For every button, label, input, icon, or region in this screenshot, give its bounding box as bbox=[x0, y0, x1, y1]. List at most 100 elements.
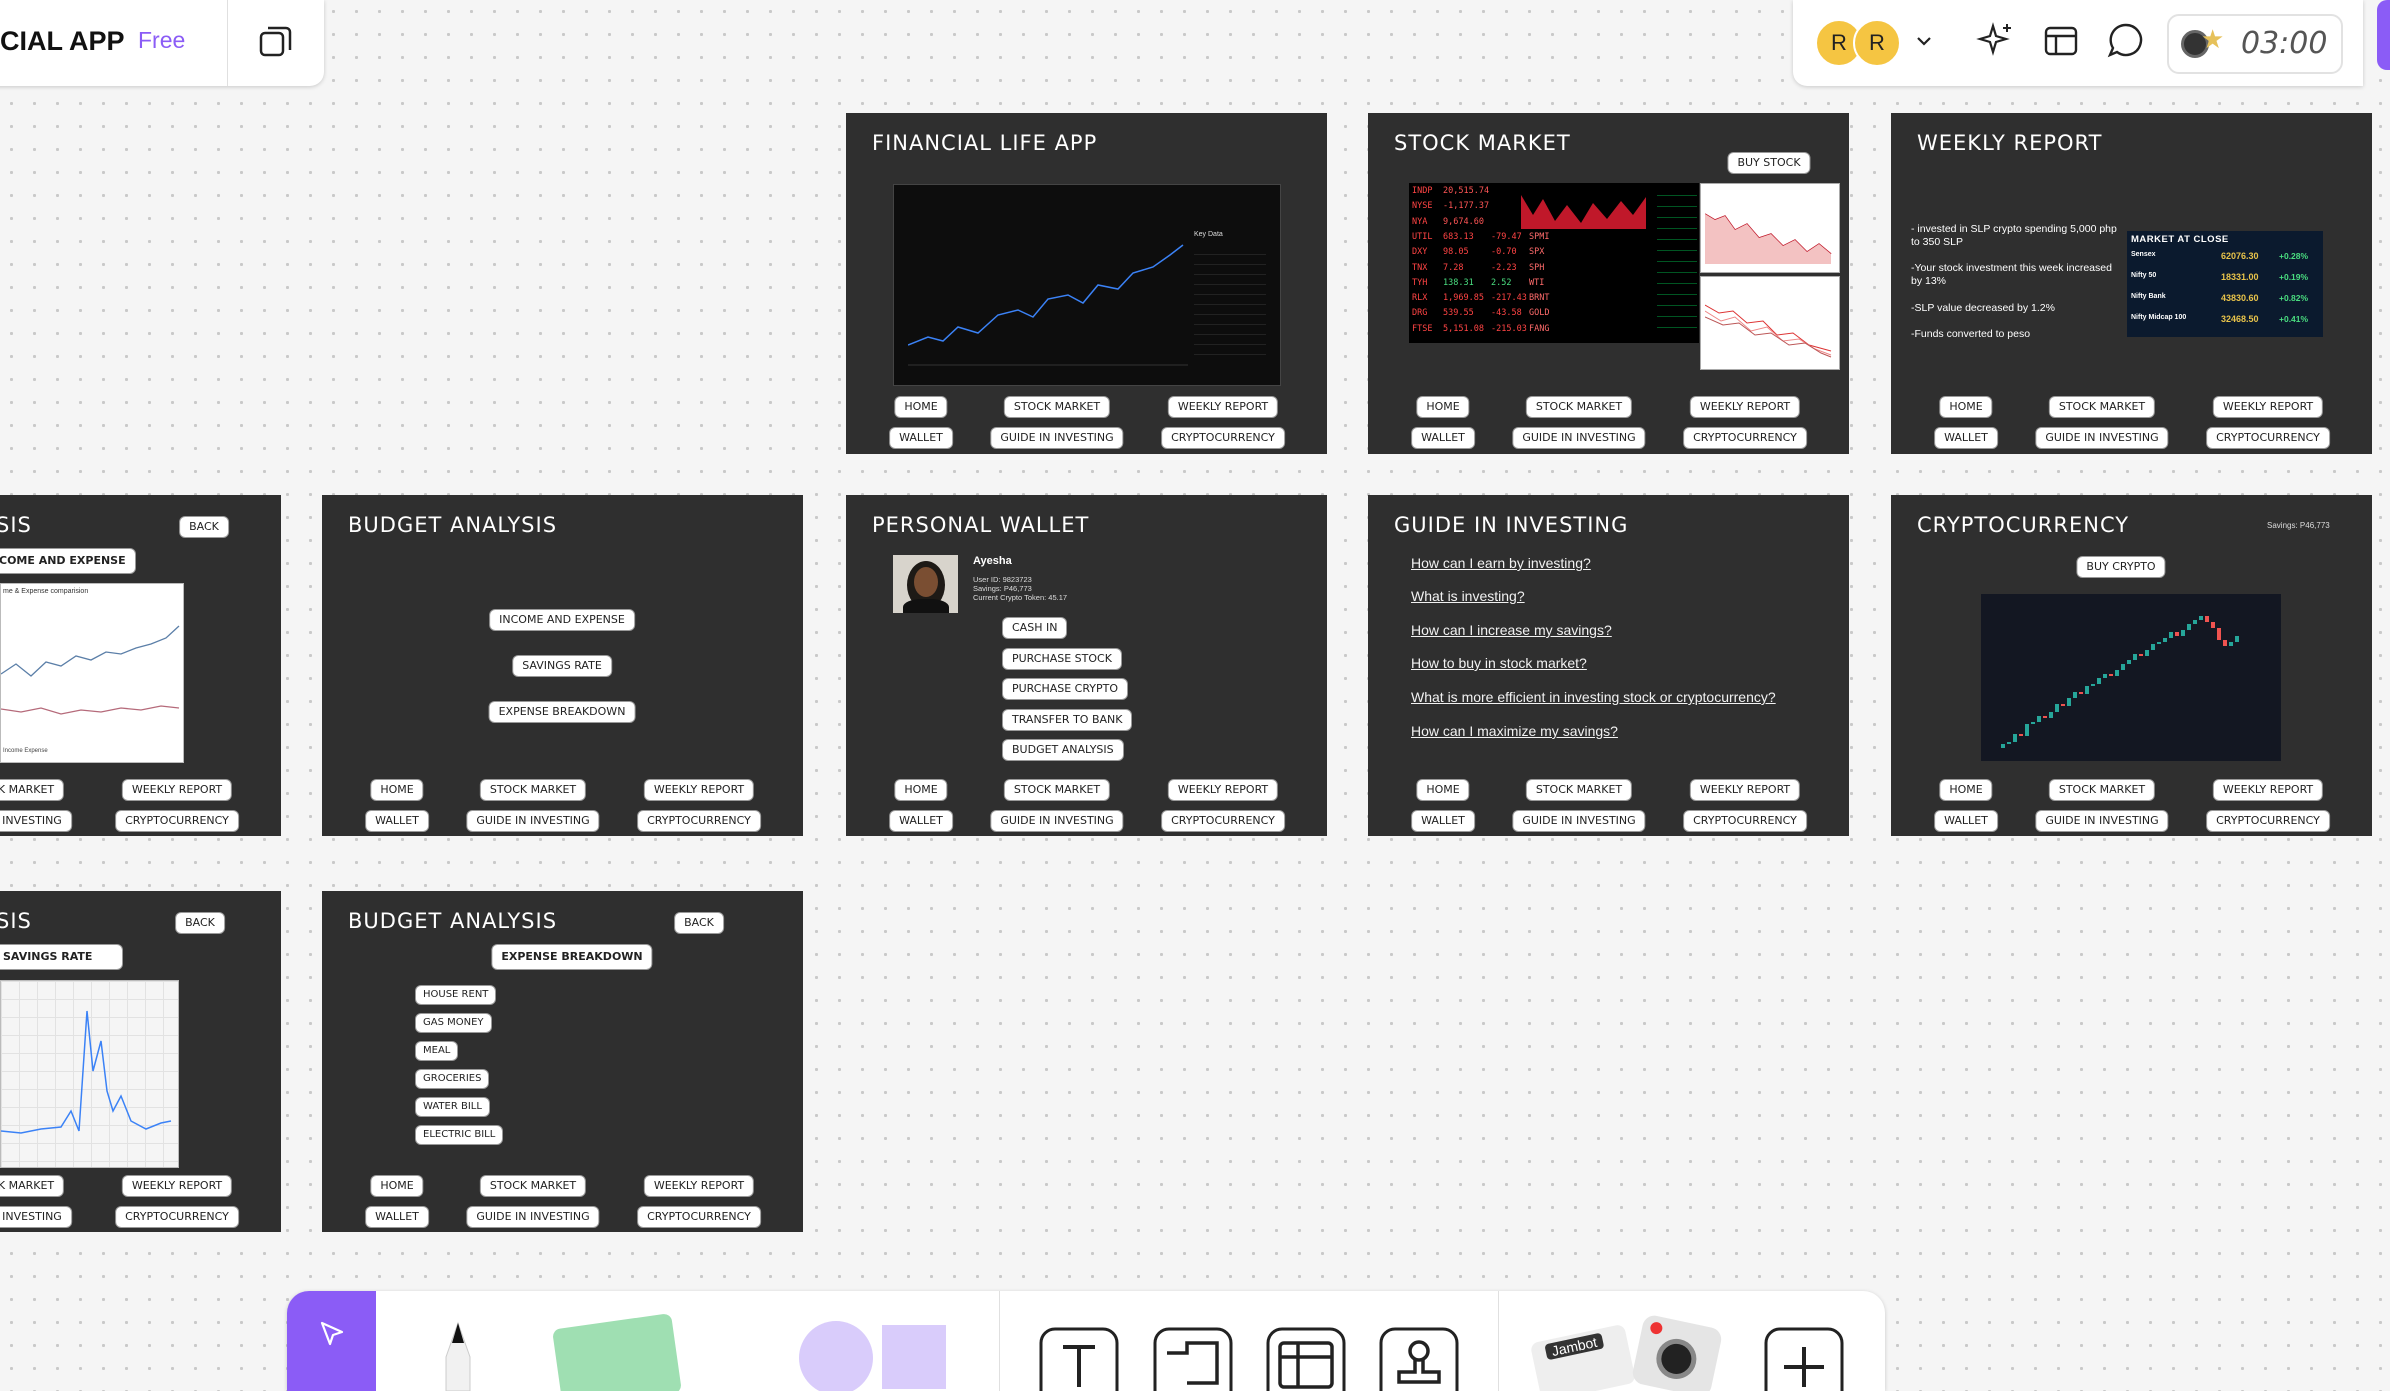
nav-crypto-button[interactable]: CRYPTOCURRENCY bbox=[1684, 428, 1806, 448]
nav-stock-market-button[interactable]: STOCK MARKET bbox=[1526, 780, 1632, 800]
expense-breakdown-option[interactable]: EXPENSE BREAKDOWN bbox=[489, 702, 635, 722]
nav-home-button[interactable]: HOME bbox=[371, 1176, 423, 1196]
guide-link[interactable]: How to buy in stock market? bbox=[1411, 655, 1587, 671]
back-button[interactable]: BACK bbox=[180, 517, 228, 537]
nav-home-button[interactable]: HOME bbox=[1417, 780, 1469, 800]
nav-guide-button[interactable]: GUIDE IN INVESTING bbox=[2036, 811, 2168, 831]
nav-weekly-report-button[interactable]: WEEKLY REPORT bbox=[1690, 397, 1800, 417]
frame-weekly-report[interactable]: WEEKLY REPORT - invested in SLP crypto s… bbox=[1891, 113, 2372, 454]
frame-guide-in-investing[interactable]: GUIDE IN INVESTING How can I earn by inv… bbox=[1368, 495, 1849, 836]
frame-personal-wallet[interactable]: PERSONAL WALLET Ayesha User ID: 9823723 … bbox=[846, 495, 1327, 836]
expense-item-groceries[interactable]: GROCERIES bbox=[416, 1070, 489, 1088]
budget-analysis-button[interactable]: BUDGET ANALYSIS bbox=[1003, 740, 1123, 760]
nav-crypto-button[interactable]: CRYPTOCURRENCY bbox=[1162, 811, 1284, 831]
comment-icon[interactable] bbox=[2106, 20, 2146, 60]
guide-link[interactable]: What is investing? bbox=[1411, 588, 1525, 604]
nav-home-button[interactable]: HOME bbox=[895, 780, 947, 800]
circle-shape-tool[interactable] bbox=[799, 1321, 873, 1391]
nav-crypto-button[interactable]: CRYPTOCURRENCY bbox=[116, 1207, 238, 1227]
guide-link[interactable]: How can I increase my savings? bbox=[1411, 622, 1612, 638]
expense-item-house-rent[interactable]: HOUSE RENT bbox=[416, 986, 496, 1004]
select-tool-button[interactable] bbox=[287, 1291, 376, 1391]
purchase-stock-button[interactable]: PURCHASE STOCK bbox=[1003, 649, 1121, 669]
nav-weekly-report-button[interactable]: WEEKLY REPORT bbox=[122, 780, 232, 800]
guide-link[interactable]: How can I earn by investing? bbox=[1411, 555, 1591, 571]
selected-option-chip[interactable]: COME AND EXPENSE bbox=[0, 549, 135, 573]
table-tool-icon[interactable] bbox=[1266, 1327, 1346, 1391]
transfer-to-bank-button[interactable]: TRANSFER TO BANK bbox=[1003, 710, 1132, 730]
nav-weekly-report-button[interactable]: WEEKLY REPORT bbox=[2213, 780, 2323, 800]
nav-stock-market-button[interactable]: STOCK MARKET bbox=[480, 1176, 586, 1196]
nav-crypto-button[interactable]: CRYPTOCURRENCY bbox=[638, 811, 760, 831]
nav-weekly-report-button[interactable]: WEEKLY REPORT bbox=[1168, 397, 1278, 417]
nav-stock-market-button[interactable]: STOCK MARKET bbox=[480, 780, 586, 800]
nav-guide-button[interactable]: GUIDE IN INVESTING bbox=[991, 811, 1123, 831]
nav-home-button[interactable]: HOME bbox=[895, 397, 947, 417]
nav-guide-button[interactable]: GUIDE IN INVESTING bbox=[467, 1207, 599, 1227]
sticker-pack-button[interactable]: Jambot bbox=[1529, 1323, 1637, 1391]
frame-cryptocurrency[interactable]: CRYPTOCURRENCY Savings: P46,773 BUY CRYP… bbox=[1891, 495, 2372, 836]
nav-guide-button[interactable]: GUIDE IN INVESTING bbox=[467, 811, 599, 831]
nav-wallet-button[interactable]: WALLET bbox=[890, 811, 952, 831]
nav-weekly-report-button[interactable]: WEEKLY REPORT bbox=[644, 780, 754, 800]
nav-guide-button[interactable]: GUIDE IN INVESTING bbox=[991, 428, 1123, 448]
nav-weekly-report-button[interactable]: WEEKLY REPORT bbox=[644, 1176, 754, 1196]
plan-badge[interactable]: Free bbox=[138, 27, 185, 54]
frame-budget-income-expense[interactable]: SIS BACK COME AND EXPENSE me & Expense c… bbox=[0, 495, 281, 836]
buy-crypto-button[interactable]: BUY CRYPTO bbox=[2077, 557, 2165, 577]
nav-crypto-button[interactable]: CRYPTOCURRENCY bbox=[116, 811, 238, 831]
add-icon[interactable] bbox=[1764, 1327, 1844, 1391]
selected-option-chip[interactable]: EXPENSE BREAKDOWN bbox=[492, 945, 652, 969]
frame-budget-analysis[interactable]: BUDGET ANALYSIS INCOME AND EXPENSE SAVIN… bbox=[322, 495, 803, 836]
expense-item-water-bill[interactable]: WATER BILL bbox=[416, 1098, 489, 1116]
chevron-down-icon[interactable] bbox=[1915, 34, 1933, 48]
nav-crypto-button[interactable]: CRYPTOCURRENCY bbox=[1162, 428, 1284, 448]
back-button[interactable]: BACK bbox=[176, 913, 224, 933]
nav-wallet-button[interactable]: WALLET bbox=[1935, 428, 1997, 448]
nav-home-button[interactable]: HOME bbox=[371, 780, 423, 800]
nav-guide-button[interactable]: INVESTING bbox=[0, 811, 71, 831]
share-button-edge[interactable] bbox=[2377, 0, 2390, 70]
square-shape-tool[interactable] bbox=[882, 1325, 946, 1389]
nav-stock-market-button[interactable]: STOCK MARKET bbox=[1526, 397, 1632, 417]
sparkle-ai-icon[interactable] bbox=[1975, 20, 2017, 62]
nav-stock-market-button[interactable]: K MARKET bbox=[0, 1176, 64, 1196]
nav-guide-button[interactable]: GUIDE IN INVESTING bbox=[2036, 428, 2168, 448]
frame-stock-market[interactable]: STOCK MARKET BUY STOCK INDP 20,515.74 NYSE… bbox=[1368, 113, 1849, 454]
income-expense-option[interactable]: INCOME AND EXPENSE bbox=[490, 610, 634, 630]
savings-rate-option[interactable]: SAVINGS RATE bbox=[513, 656, 611, 676]
guide-link[interactable]: How can I maximize my savings? bbox=[1411, 723, 1618, 739]
nav-wallet-button[interactable]: WALLET bbox=[1412, 811, 1474, 831]
stamp-tool-icon[interactable] bbox=[1379, 1327, 1459, 1391]
cash-in-button[interactable]: CASH IN bbox=[1003, 618, 1067, 638]
nav-stock-market-button[interactable]: STOCK MARKET bbox=[1004, 397, 1110, 417]
frame-financial-life-app[interactable]: FINANCIAL LIFE APP Key Data HOME STOCK M… bbox=[846, 113, 1327, 454]
nav-guide-button[interactable]: GUIDE IN INVESTING bbox=[1513, 811, 1645, 831]
layout-icon[interactable] bbox=[2042, 22, 2080, 60]
sticky-note-tool[interactable] bbox=[552, 1313, 682, 1391]
file-title[interactable]: CIAL APP bbox=[0, 26, 125, 57]
nav-home-button[interactable]: HOME bbox=[1940, 397, 1992, 417]
nav-stock-market-button[interactable]: STOCK MARKET bbox=[2049, 397, 2155, 417]
nav-wallet-button[interactable]: WALLET bbox=[366, 1207, 428, 1227]
pen-icon[interactable] bbox=[440, 1321, 476, 1391]
expense-item-meal[interactable]: MEAL bbox=[416, 1042, 458, 1060]
nav-home-button[interactable]: HOME bbox=[1417, 397, 1469, 417]
pages-icon[interactable] bbox=[256, 22, 296, 62]
buy-stock-button[interactable]: BUY STOCK bbox=[1728, 153, 1810, 173]
selected-option-chip[interactable]: SAVINGS RATE bbox=[0, 945, 122, 969]
nav-weekly-report-button[interactable]: WEEKLY REPORT bbox=[1690, 780, 1800, 800]
nav-wallet-button[interactable]: WALLET bbox=[1935, 811, 1997, 831]
avatar[interactable]: R bbox=[1853, 19, 1901, 67]
nav-weekly-report-button[interactable]: WEEKLY REPORT bbox=[2213, 397, 2323, 417]
nav-crypto-button[interactable]: CRYPTOCURRENCY bbox=[2207, 428, 2329, 448]
frame-tool-icon[interactable] bbox=[1153, 1327, 1233, 1391]
nav-guide-button[interactable]: GUIDE IN INVESTING bbox=[1513, 428, 1645, 448]
expense-item-gas-money[interactable]: GAS MONEY bbox=[416, 1014, 491, 1032]
text-tool-icon[interactable] bbox=[1039, 1327, 1119, 1391]
nav-stock-market-button[interactable]: K MARKET bbox=[0, 780, 64, 800]
purchase-crypto-button[interactable]: PURCHASE CRYPTO bbox=[1003, 679, 1128, 699]
frame-expense-breakdown[interactable]: BUDGET ANALYSIS BACK EXPENSE BREAKDOWN H… bbox=[322, 891, 803, 1232]
timer-widget[interactable]: ★ 03:00 bbox=[2167, 14, 2343, 74]
nav-crypto-button[interactable]: CRYPTOCURRENCY bbox=[1684, 811, 1806, 831]
